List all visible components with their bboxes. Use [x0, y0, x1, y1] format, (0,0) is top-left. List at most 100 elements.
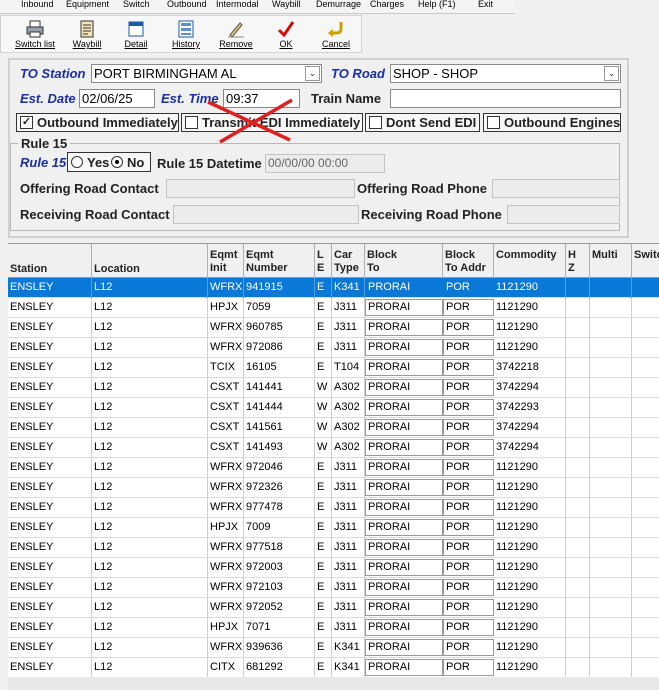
rule15-no-radio[interactable] — [111, 156, 123, 168]
train-name-field[interactable] — [390, 89, 621, 108]
column-header-switch[interactable]: Switch — [632, 244, 659, 278]
cell-block-to[interactable]: PRORAI — [365, 579, 443, 596]
menu-switch[interactable]: Switch — [123, 0, 150, 9]
cell-block-to[interactable]: PRORAI — [365, 339, 443, 356]
cell-block-to-addr[interactable]: POR — [443, 499, 494, 516]
cell-block-to-addr[interactable]: POR — [443, 519, 494, 536]
cell-block-to-addr[interactable]: POR — [443, 299, 494, 316]
cell-block-to[interactable]: PRORAI — [365, 399, 443, 416]
dont-send-edi-checkbox[interactable]: Dont Send EDI — [365, 113, 480, 132]
history-button[interactable]: History — [165, 20, 207, 52]
menu-intermodal[interactable]: Intermodal — [216, 0, 259, 9]
cell-block-to[interactable]: PRORAI — [365, 319, 443, 336]
cell-block-to[interactable]: PRORAI — [365, 639, 443, 656]
cell-block-to[interactable]: PRORAI — [365, 279, 443, 296]
cell-block-to-addr[interactable]: POR — [443, 339, 494, 356]
cell-block-to-addr[interactable]: POR — [443, 479, 494, 496]
chevron-down-icon[interactable]: ⌄ — [604, 66, 619, 81]
switch-list-button[interactable]: Switch list — [14, 20, 56, 52]
remove-button[interactable]: Remove — [215, 20, 257, 52]
column-header-le[interactable]: L E — [315, 244, 332, 278]
cell-block-to[interactable]: PRORAI — [365, 439, 443, 456]
cell-block-to[interactable]: PRORAI — [365, 459, 443, 476]
table-row[interactable]: ENSLEY L12 WFRX 972103 E J311 PRORAI POR 1121290 — [8, 578, 659, 598]
outbound-immediately-checkbox[interactable]: ✓ Outbound Immediately — [16, 113, 179, 132]
cell-block-to[interactable]: PRORAI — [365, 599, 443, 616]
cell-block-to-addr[interactable]: POR — [443, 619, 494, 636]
chevron-down-icon[interactable]: ⌄ — [305, 66, 320, 81]
cell-block-to-addr[interactable]: POR — [443, 319, 494, 336]
cell-block-to[interactable]: PRORAI — [365, 299, 443, 316]
column-header-commodity[interactable]: Commodity — [494, 244, 566, 278]
table-row[interactable]: ENSLEY L12 TCIX 16105 E T104 PRORAI POR 3742218 — [8, 358, 659, 378]
cell-block-to[interactable]: PRORAI — [365, 359, 443, 376]
table-row[interactable]: ENSLEY L12 CSXT 141493 W A302 PRORAI POR 3742294 — [8, 438, 659, 458]
table-row[interactable]: ENSLEY L12 WFRX 941915 E K341 PRORAI POR 1121290 — [8, 278, 659, 298]
cell-block-to[interactable]: PRORAI — [365, 519, 443, 536]
menu-waybill[interactable]: Waybill — [272, 0, 301, 9]
menu-exit[interactable]: Exit — [478, 0, 493, 9]
table-row[interactable]: ENSLEY L12 WFRX 972046 E J311 PRORAI POR 1121290 — [8, 458, 659, 478]
menu-equipment[interactable]: Equipment — [66, 0, 109, 9]
cell-block-to-addr[interactable]: POR — [443, 439, 494, 456]
ok-button[interactable]: OK — [265, 20, 307, 52]
table-row[interactable]: ENSLEY L12 WFRX 960785 E J311 PRORAI POR 1121290 — [8, 318, 659, 338]
table-row[interactable]: ENSLEY L12 CSXT 141441 W A302 PRORAI POR 3742294 — [8, 378, 659, 398]
est-date-field[interactable]: 02/06/25 — [79, 89, 155, 108]
cell-block-to-addr[interactable]: POR — [443, 379, 494, 396]
cell-block-to[interactable]: PRORAI — [365, 539, 443, 556]
table-row[interactable]: ENSLEY L12 WFRX 972052 E J311 PRORAI POR 1121290 — [8, 598, 659, 618]
table-row[interactable]: ENSLEY L12 WFRX 977478 E J311 PRORAI POR 1121290 — [8, 498, 659, 518]
rule15-yes-radio[interactable] — [71, 156, 83, 168]
menu-inbound[interactable]: Inbound — [21, 0, 54, 9]
table-row[interactable]: ENSLEY L12 WFRX 972003 E J311 PRORAI POR 1121290 — [8, 558, 659, 578]
cell-block-to-addr[interactable]: POR — [443, 659, 494, 676]
cell-block-to-addr[interactable]: POR — [443, 539, 494, 556]
cell-block-to[interactable]: PRORAI — [365, 479, 443, 496]
column-header-car-type[interactable]: Car Type — [332, 244, 365, 278]
to-road-select[interactable]: SHOP - SHOP ⌄ — [390, 64, 621, 83]
outbound-engines-checkbox[interactable]: Outbound Engines — [483, 113, 621, 132]
cell-block-to[interactable]: PRORAI — [365, 379, 443, 396]
menu-outbound[interactable]: Outbound — [167, 0, 207, 9]
table-row[interactable]: ENSLEY L12 CSXT 141561 W A302 PRORAI POR 3742294 — [8, 418, 659, 438]
column-header-hz[interactable]: H Z — [566, 244, 590, 278]
table-row[interactable]: ENSLEY L12 HPJX 7009 E J311 PRORAI POR 1121290 — [8, 518, 659, 538]
table-row[interactable]: ENSLEY L12 WFRX 977518 E J311 PRORAI POR 1121290 — [8, 538, 659, 558]
table-row[interactable]: ENSLEY L12 WFRX 972086 E J311 PRORAI POR 1121290 — [8, 338, 659, 358]
cell-block-to[interactable]: PRORAI — [365, 559, 443, 576]
cell-block-to-addr[interactable]: POR — [443, 399, 494, 416]
menu-help[interactable]: Help (F1) — [418, 0, 456, 9]
menu-charges[interactable]: Charges — [370, 0, 404, 9]
waybill-button[interactable]: Waybill — [66, 20, 108, 52]
cell-block-to-addr[interactable]: POR — [443, 579, 494, 596]
cell-block-to-addr[interactable]: POR — [443, 599, 494, 616]
column-header-location[interactable]: Location — [92, 244, 208, 278]
cell-block-to[interactable]: PRORAI — [365, 499, 443, 516]
column-header-block-to-addr[interactable]: Block To Addr — [443, 244, 494, 278]
column-header-station[interactable]: Station — [8, 244, 92, 278]
cell-block-to-addr[interactable]: POR — [443, 639, 494, 656]
cell-block-to-addr[interactable]: POR — [443, 459, 494, 476]
to-station-select[interactable]: PORT BIRMINGHAM AL ⌄ — [91, 64, 322, 83]
cell-block-to-addr[interactable]: POR — [443, 559, 494, 576]
table-row[interactable]: ENSLEY L12 CSXT 141444 W A302 PRORAI POR 3742293 — [8, 398, 659, 418]
column-header-multi[interactable]: Multi — [590, 244, 632, 278]
table-row[interactable]: ENSLEY L12 WFRX 939636 E K341 PRORAI POR 1121290 — [8, 638, 659, 658]
cancel-button[interactable]: Cancel — [315, 20, 357, 52]
column-header-eqmt-init[interactable]: Eqmt Init — [208, 244, 244, 278]
table-row[interactable]: ENSLEY L12 HPJX 7059 E J311 PRORAI POR 1121290 — [8, 298, 659, 318]
detail-button[interactable]: Detail — [115, 20, 157, 52]
cell-block-to-addr[interactable]: POR — [443, 419, 494, 436]
cell-block-to[interactable]: PRORAI — [365, 659, 443, 676]
table-row[interactable]: ENSLEY L12 WFRX 972326 E J311 PRORAI POR 1121290 — [8, 478, 659, 498]
cell-block-to[interactable]: PRORAI — [365, 419, 443, 436]
column-header-block-to[interactable]: Block To — [365, 244, 443, 278]
table-row[interactable]: ENSLEY L12 CITX 681292 E K341 PRORAI POR 1121290 — [8, 658, 659, 678]
cell-block-to-addr[interactable]: POR — [443, 279, 494, 296]
menu-demurrage[interactable]: Demurrage — [316, 0, 361, 9]
cell-block-to[interactable]: PRORAI — [365, 619, 443, 636]
table-row[interactable]: ENSLEY L12 HPJX 7071 E J311 PRORAI POR 1121290 — [8, 618, 659, 638]
cell-block-to-addr[interactable]: POR — [443, 359, 494, 376]
column-header-eqmt-number[interactable]: Eqmt Number — [244, 244, 315, 278]
